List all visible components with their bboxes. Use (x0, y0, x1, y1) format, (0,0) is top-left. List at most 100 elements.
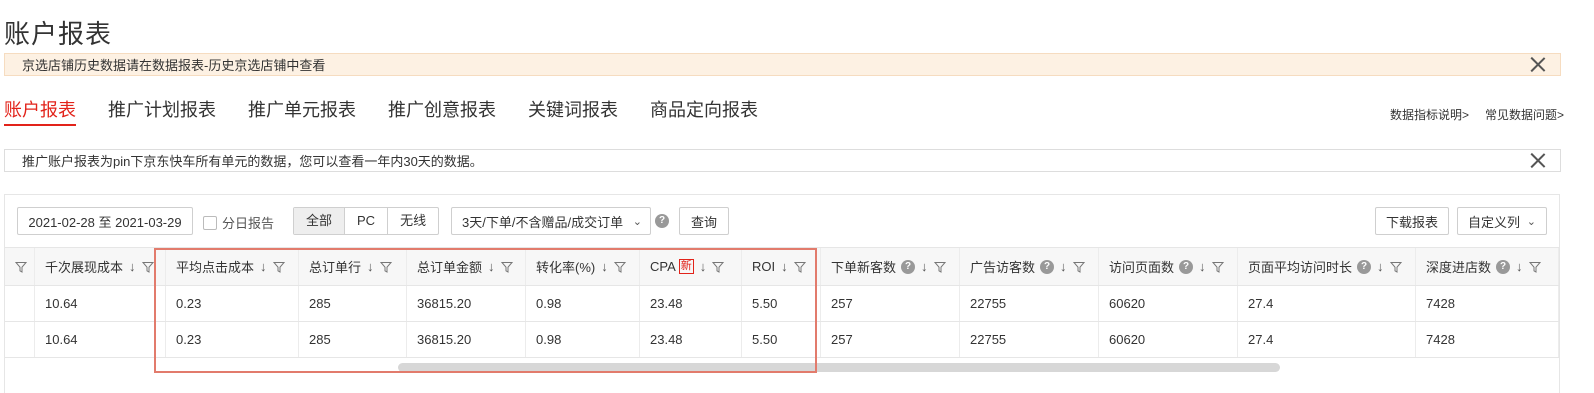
table-cell: 60620 (1099, 322, 1238, 357)
column-header[interactable]: 平均点击成本 ↓ (166, 248, 299, 285)
column-header-label: CPA (650, 259, 676, 274)
segment-wireless[interactable]: 无线 (388, 208, 438, 234)
table-cell: 0.98 (526, 286, 640, 321)
daily-report-label: 分日报告 (222, 216, 275, 231)
help-question-icon[interactable]: ? (655, 214, 669, 228)
tab-account-report[interactable]: 账户报表 (4, 96, 76, 126)
column-header[interactable]: 下单新客数? ↓ (821, 248, 960, 285)
checkbox-box[interactable] (203, 215, 217, 230)
table-cell: 285 (299, 322, 407, 357)
filter-icon[interactable] (712, 261, 725, 273)
filter-icon[interactable] (1389, 261, 1402, 273)
filter-icon[interactable] (933, 261, 946, 273)
info-notice-text: 推广账户报表为pin下京东快车所有单元的数据，您可以查看一年内30天的数据。 (22, 154, 483, 169)
table-cell: 257 (821, 322, 960, 357)
filter-icon[interactable] (379, 261, 392, 273)
tab-creative-report[interactable]: 推广创意报表 (388, 96, 496, 126)
sort-arrow-icon[interactable]: ↓ (1377, 259, 1384, 274)
column-header-label: 页面平均访问时长 (1248, 260, 1353, 275)
table-cell: 27.4 (1238, 286, 1416, 321)
order-type-select[interactable]: 3天/下单/不含赠品/成交订单 ⌄ (451, 207, 651, 235)
table-cell: 7428 (1416, 322, 1559, 357)
horizontal-scrollbar[interactable] (398, 363, 1280, 372)
sort-arrow-icon[interactable]: ↓ (1516, 259, 1523, 274)
column-header[interactable]: 访问页面数? ↓ (1099, 248, 1238, 285)
table-row: 10.64 0.23 285 36815.20 0.98 23.48 5.50 … (5, 286, 1559, 322)
faq-link[interactable]: 常见数据问题> (1485, 106, 1564, 123)
table-cell: 0.98 (526, 322, 640, 357)
column-header-label: 下单新客数 (831, 260, 897, 275)
custom-columns-label: 自定义列 (1468, 214, 1521, 230)
metrics-help-link[interactable]: 数据指标说明> (1390, 106, 1469, 123)
column-header[interactable]: CPA 新 ↓ (640, 248, 742, 285)
column-header-label: 千次展现成本 (45, 260, 124, 275)
filter-icon[interactable] (15, 261, 27, 273)
tab-plan-report[interactable]: 推广计划报表 (108, 96, 216, 126)
daily-report-checkbox[interactable]: 分日报告 (203, 213, 274, 232)
table-cell: 36815.20 (407, 286, 526, 321)
order-type-value: 3天/下单/不含赠品/成交订单 (462, 214, 624, 230)
tab-product-targeting-report[interactable]: 商品定向报表 (650, 96, 758, 126)
column-header-label: 访问页面数 (1109, 260, 1175, 275)
filter-icon[interactable] (141, 261, 154, 273)
custom-columns-button[interactable]: 自定义列 ⌄ (1457, 207, 1547, 235)
column-header[interactable]: 转化率(%) ↓ (526, 248, 640, 285)
table-cell: 10.64 (35, 286, 166, 321)
column-header[interactable]: ROI ↓ (742, 248, 821, 285)
column-header-label: 深度进店数 (1426, 260, 1492, 275)
filter-icon[interactable] (793, 261, 806, 273)
column-header[interactable]: 广告访客数? ↓ (960, 248, 1099, 285)
column-header[interactable]: 总订单行 ↓ (299, 248, 407, 285)
sort-arrow-icon[interactable]: ↓ (129, 259, 136, 274)
table-cell: 5.50 (742, 322, 821, 357)
date-range-picker[interactable]: 2021-02-28 至 2021-03-29 (17, 207, 193, 235)
filter-icon[interactable] (272, 261, 285, 273)
table-cell: 7428 (1416, 286, 1559, 321)
sort-arrow-icon[interactable]: ↓ (367, 259, 374, 274)
sort-arrow-icon[interactable]: ↓ (488, 259, 495, 274)
toolbar: 2021-02-28 至 2021-03-29 分日报告 全部 PC 无线 3天… (17, 207, 1547, 235)
table-cell: 27.4 (1238, 322, 1416, 357)
column-header[interactable]: 页面平均访问时长? ↓ (1238, 248, 1416, 285)
help-links: 数据指标说明> 常见数据问题> (1390, 106, 1564, 123)
info-icon[interactable]: ? (1496, 259, 1511, 274)
sort-arrow-icon[interactable]: ↓ (601, 259, 608, 274)
column-header[interactable]: 深度进店数? ↓ (1416, 248, 1559, 285)
filter-icon[interactable] (1072, 261, 1085, 273)
table-cell: 5.50 (742, 286, 821, 321)
report-tabs: 账户报表 推广计划报表 推广单元报表 推广创意报表 关键词报表 商品定向报表 (4, 96, 790, 130)
filter-icon[interactable] (500, 261, 513, 273)
info-icon[interactable]: ? (1040, 259, 1055, 274)
table-cell: 10.64 (35, 322, 166, 357)
close-icon[interactable] (1530, 152, 1546, 168)
sort-arrow-icon[interactable]: ↓ (1199, 259, 1206, 274)
tab-unit-report[interactable]: 推广单元报表 (248, 96, 356, 126)
sort-arrow-icon[interactable]: ↓ (260, 259, 267, 274)
filter-icon[interactable] (1211, 261, 1224, 273)
table-cell: 23.48 (640, 286, 742, 321)
sort-arrow-icon[interactable]: ↓ (781, 259, 788, 274)
close-icon[interactable] (1530, 56, 1546, 72)
info-icon[interactable]: ? (1179, 259, 1194, 274)
sort-arrow-icon[interactable]: ↓ (1060, 259, 1067, 274)
download-report-button[interactable]: 下载报表 (1375, 207, 1449, 235)
filter-all-cell[interactable] (5, 248, 35, 285)
table-header-row: 千次展现成本 ↓ 平均点击成本 ↓ 总订单行 ↓ 总订单金额 ↓ 转化率(%) ↓ CPA… (5, 247, 1559, 286)
table-cell: 22755 (960, 286, 1099, 321)
filter-icon[interactable] (613, 261, 626, 273)
segment-pc[interactable]: PC (345, 208, 389, 234)
column-header-label: 转化率(%) (536, 260, 596, 275)
tab-keyword-report[interactable]: 关键词报表 (528, 96, 618, 126)
column-header-label: ROI (752, 259, 776, 274)
column-header[interactable]: 千次展现成本 ↓ (35, 248, 166, 285)
info-icon[interactable]: ? (1357, 259, 1372, 274)
filter-icon[interactable] (1528, 261, 1541, 273)
segment-all[interactable]: 全部 (294, 208, 346, 234)
query-button[interactable]: 查询 (679, 207, 729, 235)
info-notice: 推广账户报表为pin下京东快车所有单元的数据，您可以查看一年内30天的数据。 (4, 149, 1561, 172)
sort-arrow-icon[interactable]: ↓ (700, 259, 707, 274)
column-header[interactable]: 总订单金额 ↓ (407, 248, 526, 285)
info-icon[interactable]: ? (901, 259, 916, 274)
table-cell: 285 (299, 286, 407, 321)
sort-arrow-icon[interactable]: ↓ (921, 259, 928, 274)
